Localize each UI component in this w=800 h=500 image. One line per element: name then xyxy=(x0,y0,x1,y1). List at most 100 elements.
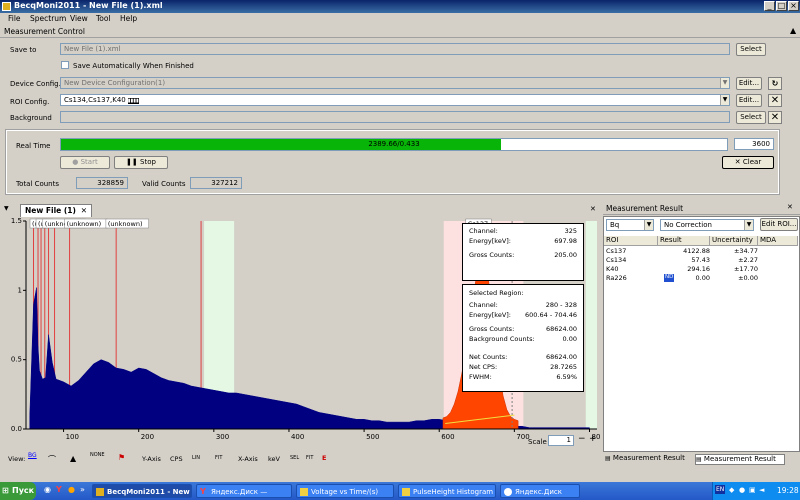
language-indicator[interactable]: EN xyxy=(715,485,726,494)
yandex-icon[interactable]: Y xyxy=(56,485,62,494)
background-field[interactable] xyxy=(60,111,730,123)
save-auto-checkbox[interactable] xyxy=(61,61,69,69)
chevron-down-icon[interactable]: ▼ xyxy=(744,220,753,230)
close-icon: ✕ xyxy=(770,95,780,106)
curve-icon[interactable]: ⌒ xyxy=(48,454,56,465)
valid-counts-value: 327212 xyxy=(190,177,242,189)
zoom-out-icon[interactable]: − xyxy=(578,434,586,444)
measurement-control-title: Measurement Control xyxy=(4,27,85,36)
tab-icon: ▤ xyxy=(696,456,702,463)
close-icon[interactable]: ✕ xyxy=(81,206,87,215)
real-time-input[interactable]: 3600 xyxy=(734,138,774,150)
correction-dropdown[interactable]: No Correction ▼ xyxy=(660,219,754,231)
task-pulseheight[interactable]: PulseHeight Histogram xyxy=(398,484,496,498)
taskbar: ⊞ Пуск ◉ Y ● » BecqMoni2011 - New ... YЯ… xyxy=(0,482,800,500)
save-to-select-button[interactable]: Select xyxy=(736,43,766,56)
col-uncertainty[interactable]: Uncertainty xyxy=(710,236,758,246)
view-label: View: xyxy=(8,455,26,463)
kev-toggle[interactable]: keV xyxy=(268,455,280,463)
tab-measurement-result-1[interactable]: ▤ Measurement Result xyxy=(605,454,693,465)
fit-toggle[interactable]: FIT xyxy=(215,455,222,461)
none-toggle[interactable]: NONE xyxy=(90,452,105,458)
progress-text: 2389.66/0.433 xyxy=(368,140,420,148)
menu-help[interactable]: Help xyxy=(120,14,137,23)
refresh-button[interactable]: ↻ xyxy=(768,77,782,90)
region-header: Selected Region: xyxy=(469,289,524,297)
table-row[interactable]: Ra226 ND 0.00 ±0.00 xyxy=(604,274,798,283)
tray-icon[interactable]: ● xyxy=(739,486,745,494)
energy-toggle[interactable]: E xyxy=(322,454,326,462)
col-result[interactable]: Result xyxy=(658,236,710,246)
tray-icon[interactable]: ◆ xyxy=(729,486,734,494)
zoom-in-icon[interactable]: + xyxy=(589,434,597,444)
clear-label: Clear xyxy=(742,158,762,166)
lin-toggle[interactable]: LIN xyxy=(192,455,200,461)
firefox-icon[interactable]: ● xyxy=(68,485,75,494)
clear-button[interactable]: ✕ Clear xyxy=(722,156,774,169)
yaxis-label: Y-Axis xyxy=(142,455,161,463)
expand-icon[interactable]: » xyxy=(80,485,85,494)
start-button[interactable]: ⊞ Пуск xyxy=(0,482,36,500)
channel-info-box: Channel: 325 Energy[keV]: 697.98 Gross Cou… xyxy=(462,223,584,281)
total-counts-value: 328859 xyxy=(76,177,128,189)
tray-icon[interactable]: ▣ xyxy=(749,486,756,494)
chevron-down-icon[interactable]: ▼ xyxy=(4,205,9,212)
scale-input[interactable]: 1 xyxy=(548,435,574,446)
row-uncertainty: ±34.77 xyxy=(733,247,758,255)
row-result: 0.00 xyxy=(695,274,710,282)
chevron-down-icon[interactable]: ▼ xyxy=(720,95,729,105)
task-yandex-disk[interactable]: Y Яндекс.Диск — Yandex xyxy=(196,484,292,498)
table-row[interactable]: Cs134 57.43 ±2.27 xyxy=(604,256,798,265)
peak-icon[interactable]: ▲ xyxy=(70,454,76,463)
minimize-button[interactable]: _ xyxy=(764,1,775,11)
quicklaunch-icon[interactable]: ◉ xyxy=(44,485,51,494)
table-row[interactable]: K40 294.16 ±17.70 xyxy=(604,265,798,274)
flag-icon[interactable]: ⚑ xyxy=(118,453,125,462)
roi-config-dropdown[interactable]: Cs134,Cs137,K40 ▮▮▮▮ ▼ xyxy=(60,94,730,106)
task-label: Яндекс.Диск — Yandex xyxy=(211,488,268,496)
save-to-field[interactable]: New File (1).xml xyxy=(60,43,730,55)
unit-dropdown[interactable]: Bq ▼ xyxy=(606,219,654,231)
background-select-button[interactable]: Select xyxy=(736,111,766,124)
region-energy-label: Energy[keV]: xyxy=(469,311,511,319)
device-config-dropdown[interactable]: New Device Configuration(1) ▼ xyxy=(60,77,730,89)
task-yandex-disk-2[interactable]: Яндекс.Диск xyxy=(500,484,580,498)
start-button[interactable]: ● Start xyxy=(60,156,110,169)
chevron-down-icon[interactable]: ▼ xyxy=(644,220,653,230)
tab-measurement-result-2[interactable]: ▤ Measurement Result xyxy=(695,454,785,465)
result-header: Measurement Result ✕ xyxy=(603,203,800,215)
col-mda[interactable]: MDA xyxy=(758,236,798,246)
scroll-up-icon[interactable]: ▲ xyxy=(790,26,796,35)
device-config-edit-button[interactable]: Edit... xyxy=(736,77,762,90)
roi-config-remove-button[interactable]: ✕ xyxy=(768,94,782,107)
stop-button[interactable]: ❚❚ Stop xyxy=(114,156,168,169)
close-button[interactable]: × xyxy=(788,1,799,11)
fit2-toggle[interactable]: FIT xyxy=(306,455,313,461)
task-voltage[interactable]: Voltage vs Time/(s) xyxy=(296,484,394,498)
tab-new-file[interactable]: New File (1) ✕ xyxy=(20,204,92,217)
chevron-down-icon[interactable]: ▼ xyxy=(720,78,729,88)
edit-roi-button[interactable]: Edit ROI... xyxy=(760,218,798,231)
menu-tool[interactable]: Tool xyxy=(96,14,111,23)
x-tick-label: 600 xyxy=(441,433,454,441)
spectrum-toolbar: View: BG ⌒ ▲ NONE ⚑ Y-Axis CPS LIN FIT X… xyxy=(0,452,600,465)
background-remove-button[interactable]: ✕ xyxy=(768,111,782,124)
refresh-icon: ↻ xyxy=(771,79,779,88)
row-result: 294.16 xyxy=(687,265,710,273)
menu-spectrum[interactable]: Spectrum xyxy=(30,14,66,23)
task-becqmoni[interactable]: BecqMoni2011 - New ... xyxy=(92,484,192,498)
col-roi[interactable]: ROI xyxy=(604,236,658,246)
close-icon[interactable]: ✕ xyxy=(590,205,596,213)
sel-toggle[interactable]: SEL xyxy=(290,455,299,461)
cps-toggle[interactable]: CPS xyxy=(170,455,183,463)
speaker-icon[interactable]: ◄ xyxy=(759,486,764,494)
region-fwhm-value: 6.59% xyxy=(556,373,577,381)
table-row[interactable]: Cs137 4122.88 ±34.77 xyxy=(604,247,798,256)
task-label: Voltage vs Time/(s) xyxy=(311,488,379,496)
roi-config-edit-button[interactable]: Edit... xyxy=(736,94,762,107)
menu-file[interactable]: File xyxy=(8,14,21,23)
close-icon[interactable]: ✕ xyxy=(787,203,793,211)
menu-view[interactable]: View xyxy=(70,14,88,23)
bg-toggle[interactable]: BG xyxy=(28,452,37,459)
maximize-button[interactable]: □ xyxy=(776,1,787,11)
